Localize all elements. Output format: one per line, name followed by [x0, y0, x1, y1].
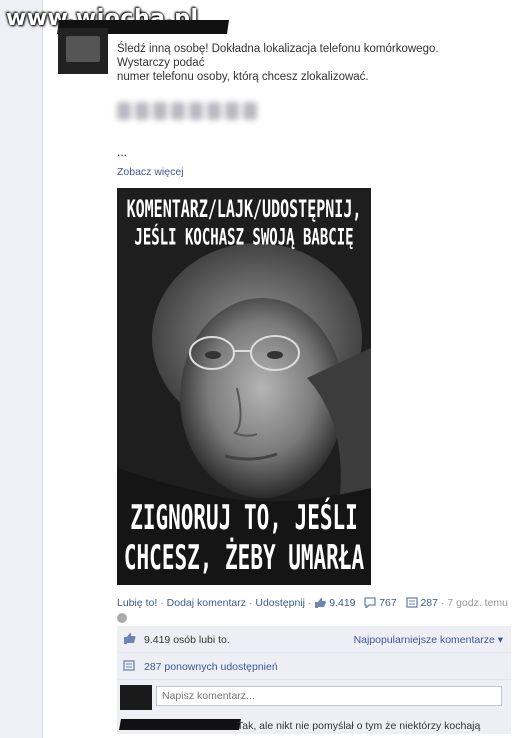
add-comment-link[interactable]: Dodaj komentarz	[167, 597, 246, 609]
comment-input[interactable]	[156, 686, 502, 706]
top-comments-dropdown[interactable]: Najpopularniejsze komentarze ▾	[354, 634, 503, 646]
post-line-1: Śledź inną osobę! Dokładna lokalizacja t…	[117, 43, 439, 55]
caption-bottom-line-2: chcesz, żeby umarła	[123, 538, 365, 578]
left-sidebar	[0, 0, 43, 738]
post-text: Śledź inną osobę! Dokładna lokalizacja t…	[117, 42, 497, 84]
see-more-link[interactable]: Zobacz więcej	[117, 166, 184, 178]
likes-summary[interactable]: 9.419 osób lubi to.	[144, 634, 230, 646]
caption-top-line-2: Jeśli kochasz swoją babcię	[134, 225, 354, 251]
likes-count[interactable]: 9.419	[329, 597, 355, 609]
share-icon	[123, 660, 135, 671]
globe-icon	[117, 613, 127, 623]
comment-preview: Tak, ale nikt nie pomyślał o tym że niek…	[237, 720, 481, 732]
separator: ·	[440, 597, 445, 609]
feedback-panel: 9.419 osób lubi to. Najpopularniejsze ko…	[117, 626, 511, 734]
caption-bottom-line-1: Zignoruj to, jeśli	[130, 498, 358, 538]
shares-summary[interactable]: 287 ponownych udostępnień	[144, 661, 278, 673]
separator: ·	[160, 597, 164, 609]
separator: ·	[248, 597, 253, 609]
separator: ·	[307, 597, 312, 609]
comments-count[interactable]: 767	[379, 597, 397, 609]
post-actions: Lubię to! · Dodaj komentarz · Udostępnij…	[117, 597, 508, 609]
share-link[interactable]: Udostępnij	[255, 597, 305, 609]
share-icon	[405, 597, 418, 608]
user-avatar	[120, 685, 152, 710]
shares-row: 287 ponownych udostępnień	[117, 653, 511, 680]
post-line-3: numer telefonu osoby, którą chcesz zloka…	[117, 71, 369, 83]
thumbs-up-icon	[124, 633, 136, 644]
shares-count[interactable]: 287	[420, 597, 438, 609]
post-time[interactable]: 7 godz. temu	[447, 597, 508, 609]
likes-row: 9.419 osób lubi to. Najpopularniejsze ko…	[117, 626, 511, 653]
censored-commenter-name	[119, 719, 241, 730]
post-photo[interactable]: Komentarz/Lajk/Udostępnij, Jeśli kochasz…	[117, 188, 371, 585]
post-line-2: Wystarczy podać	[117, 57, 205, 69]
like-link[interactable]: Lubię to!	[117, 597, 157, 609]
comment-composer	[117, 683, 511, 711]
caption-top-line-1: Komentarz/Lajk/Udostępnij,	[126, 194, 362, 224]
blurred-phone-number	[117, 97, 267, 125]
thumbs-up-icon	[315, 598, 327, 608]
post-ellipsis: ...	[117, 145, 128, 159]
comment-bubble-icon	[364, 597, 376, 608]
author-avatar[interactable]	[58, 28, 108, 74]
